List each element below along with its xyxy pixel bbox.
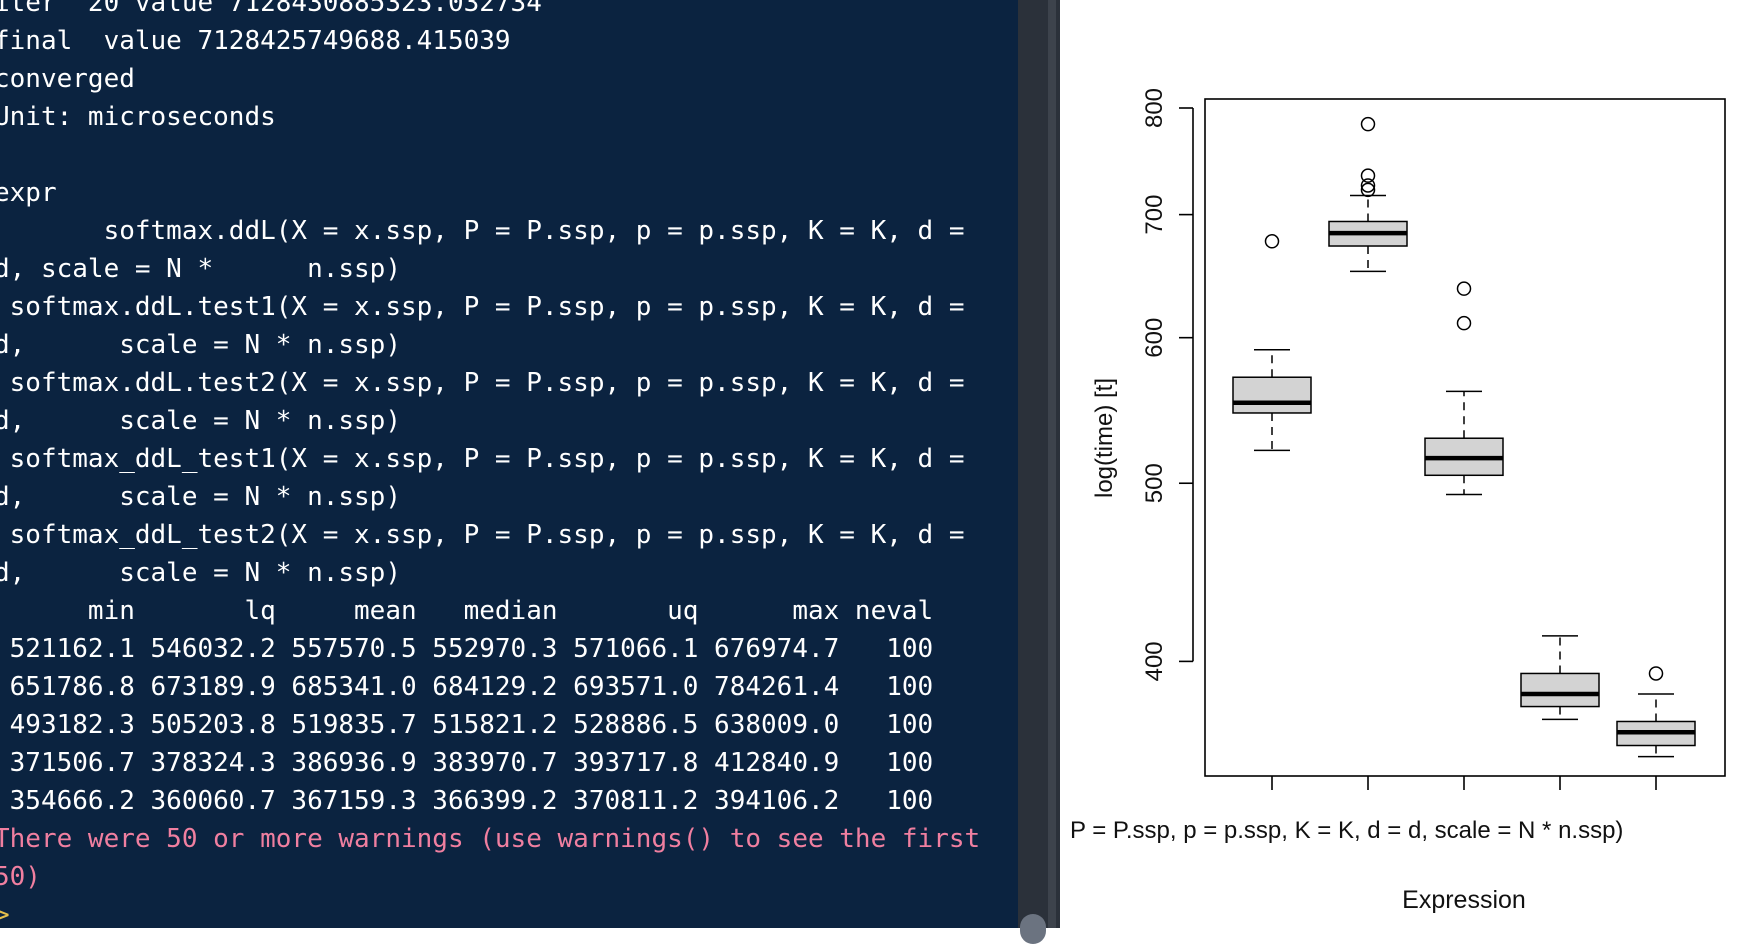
console-output-line: min lq mean median uq max neval — [0, 596, 934, 626]
console-output-line: softmax.ddL(X = x.ssp, P = P.ssp, p = p.… — [0, 216, 965, 246]
outlier-point — [1264, 234, 1280, 249]
x-axis — [1271, 776, 1657, 790]
outlier-point — [1360, 168, 1376, 183]
console-prompt[interactable]: > — [0, 896, 10, 928]
y-tick-label: 700 — [1141, 195, 1168, 235]
console-output-line: 521162.1 546032.2 557570.5 552970.3 5710… — [0, 634, 934, 664]
console-warning-line: 50) — [0, 862, 41, 892]
console-output-line: d, scale = N * n.ssp) — [0, 254, 401, 284]
console-output-line: d, scale = N * n.ssp) — [0, 406, 401, 436]
y-tick-label: 400 — [1141, 641, 1168, 681]
console-output-line: softmax.ddL.test1(X = x.ssp, P = P.ssp, … — [0, 292, 965, 322]
console-output-line: iter 20 value 7128430885323.032734 — [0, 0, 542, 18]
box-3 — [1424, 281, 1504, 496]
console-output-line: 371506.7 378324.3 386936.9 383970.7 3937… — [0, 748, 934, 778]
plots-pane: 400 500 600 700 800 log(time) [t] P = P.ssp,… — [1060, 0, 1754, 928]
box-5 — [1616, 666, 1696, 758]
box-body — [1520, 672, 1600, 708]
box-2 — [1328, 116, 1408, 273]
console-warning-line: There were 50 or more warnings (use warn… — [0, 824, 981, 854]
y-tick-label: 800 — [1141, 88, 1168, 128]
console-scrollbar-thumb[interactable] — [1020, 914, 1046, 944]
box-body — [1232, 376, 1312, 414]
console-output-line: d, scale = N * n.ssp) — [0, 330, 401, 360]
outlier-point — [1456, 281, 1472, 296]
boxplot-chart: 400 500 600 700 800 log(time) [t] P = P.ssp,… — [1070, 88, 1726, 914]
console-output-line: Unit: microseconds — [0, 102, 276, 132]
outlier-point — [1648, 666, 1664, 681]
console-output-line: final value 7128425749688.415039 — [0, 26, 511, 56]
box-series — [1232, 116, 1696, 758]
console-pane[interactable]: iter 20 value 7128430885323.032734 final … — [0, 0, 1018, 928]
y-axis: 400 500 600 700 800 — [1141, 88, 1194, 681]
y-axis-label: log(time) [t] — [1091, 378, 1118, 498]
console-output-line: 651786.8 673189.9 685341.0 684129.2 6935… — [0, 672, 934, 702]
console-output-line: softmax_ddL_test2(X = x.ssp, P = P.ssp, … — [0, 520, 965, 550]
console-output-line: d, scale = N * n.ssp) — [0, 482, 401, 512]
outlier-point — [1456, 315, 1472, 331]
y-tick-label: 600 — [1141, 318, 1168, 358]
box-4 — [1520, 635, 1600, 721]
console-output-line: d, scale = N * n.ssp) — [0, 558, 401, 588]
console-output-line: 354666.2 360060.7 367159.3 366399.2 3708… — [0, 786, 934, 816]
console-output-line: 493182.3 505203.8 519835.7 515821.2 5288… — [0, 710, 934, 740]
console-output-line: softmax_ddL_test1(X = x.ssp, P = P.ssp, … — [0, 444, 965, 474]
console-output-line: converged — [0, 64, 135, 94]
box-1 — [1232, 234, 1312, 452]
splitter-grip[interactable] — [1048, 0, 1056, 928]
y-tick-label: 500 — [1141, 463, 1168, 503]
console-output-line: expr — [0, 178, 57, 208]
x-tick-label: P = P.ssp, p = p.ssp, K = K, d = d, scal… — [1070, 817, 1623, 844]
x-axis-label: Expression — [1402, 886, 1526, 914]
console-output-line: softmax.ddL.test2(X = x.ssp, P = P.ssp, … — [0, 368, 965, 398]
outlier-point — [1360, 116, 1376, 132]
